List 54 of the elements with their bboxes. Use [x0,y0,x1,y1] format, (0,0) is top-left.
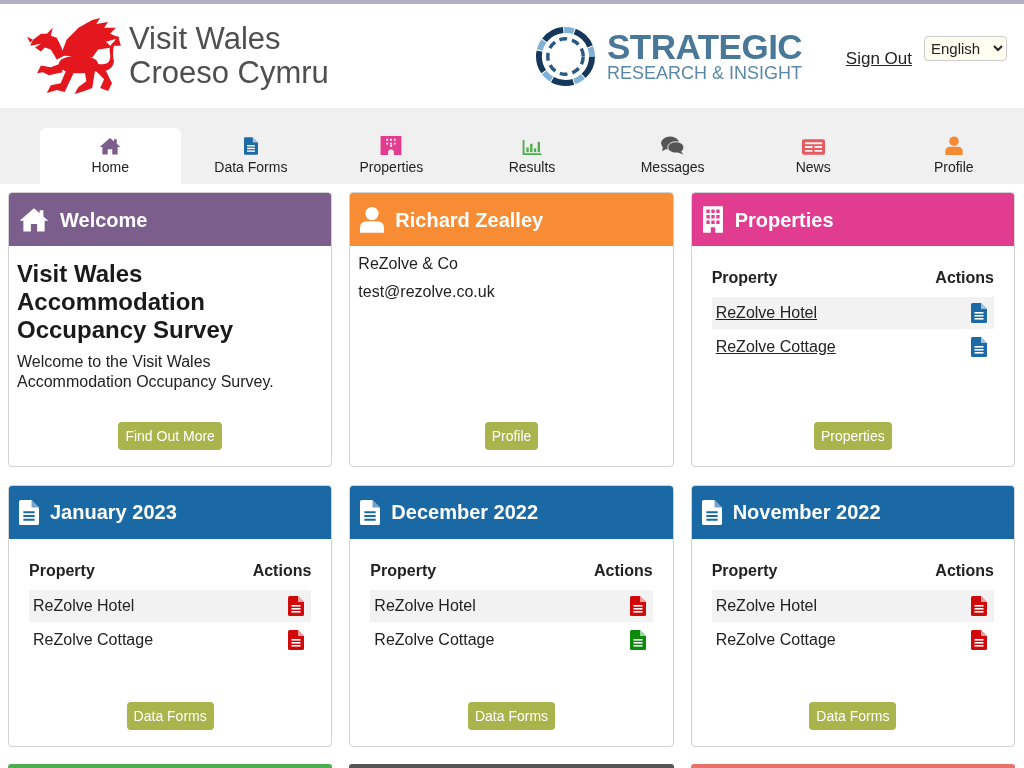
table-cell-text: ReZolve Hotel [33,595,135,616]
table-cell-text: ReZolve Cottage [33,629,154,650]
document-icon [701,499,722,525]
document-icon[interactable] [288,595,305,616]
column-header: Property [29,560,95,581]
nav-tab[interactable]: Profile [883,128,1024,184]
nav-tab[interactable]: Properties [321,128,462,184]
document-icon[interactable] [629,629,646,650]
contact-text: ReZolve & Co [358,254,459,274]
contact-text: test@rezolve.co.uk [358,282,496,302]
card-title: November 2022 [732,500,881,525]
nav-tab[interactable]: Home [40,128,181,184]
card-title: Richard Zealley [395,207,544,233]
survey-heading: Visit Wales Accommodation Occupancy Survey [17,260,235,344]
logo-text: Croeso Cymru [129,56,329,90]
card-title: December 2022 [391,500,539,525]
document-icon[interactable] [971,629,987,650]
card-title: Properties [734,207,834,233]
nav-tab[interactable]: Results [461,128,603,184]
property-link[interactable]: ReZolve Cottage [715,335,836,359]
logo-text: RESEARCH & INSIGHT [607,64,803,82]
column-header: Actions [935,560,994,581]
document-icon[interactable] [971,337,987,357]
document-icon[interactable] [288,629,305,650]
property-link[interactable]: ReZolve Hotel [715,301,818,325]
welcome-text: Welcome to the Visit Wales Accommodation Occupancy Survey. [17,352,275,392]
document-icon [360,499,381,525]
document-icon [19,499,39,525]
document-icon[interactable] [629,595,646,616]
language-select[interactable]: English [924,36,1007,61]
logo-text: STRATEGIC [607,30,803,64]
house-icon [19,207,49,232]
nav-tab[interactable]: News [742,128,884,184]
column-header: Actions [935,268,994,288]
building-icon [701,206,724,233]
column-header: Actions [252,560,312,581]
column-header: Property [711,268,778,288]
nav-tab[interactable]: Data Forms [180,128,322,184]
nav-tab[interactable]: Messages [602,128,743,184]
column-header: Property [370,560,437,581]
card-title: Welcome [60,207,148,233]
table-cell-text: ReZolve Cottage [374,629,495,650]
table-cell-text: ReZolve Hotel [715,595,818,616]
column-header: Actions [594,560,653,581]
document-icon[interactable] [971,595,987,616]
sign-out-link[interactable]: Sign Out [845,46,912,72]
logo-text: Visit Wales [129,22,282,56]
table-cell-text: ReZolve Hotel [374,595,476,616]
document-icon[interactable] [971,303,987,323]
person-icon [360,206,385,233]
column-header: Property [711,560,778,581]
card-title: January 2023 [50,500,177,525]
table-cell-text: ReZolve Cottage [715,629,836,650]
ring-logo [535,25,596,87]
